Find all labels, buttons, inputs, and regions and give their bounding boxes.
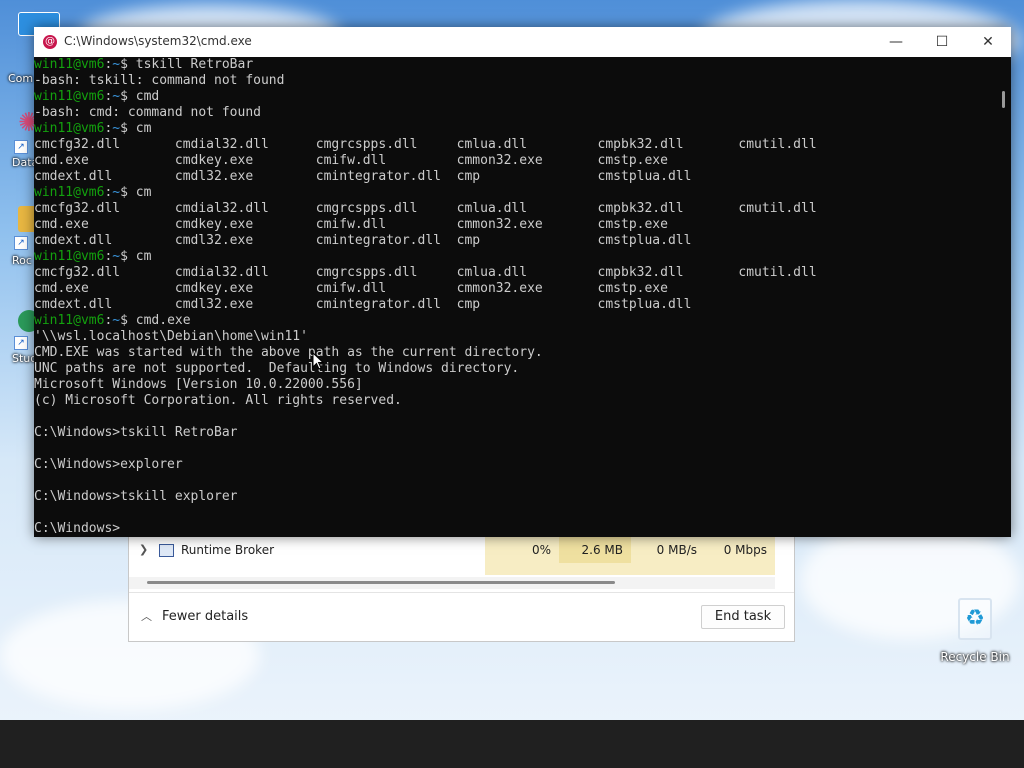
prompt-path: ~ <box>112 185 121 200</box>
console-output-line: UNC paths are not supported. Defaulting … <box>34 361 520 376</box>
debian-icon: @ <box>43 35 57 49</box>
console-output-line: C:\Windows> <box>34 521 121 536</box>
title-bar[interactable]: @ C:\Windows\system32\cmd.exe — ☐ ✕ <box>34 27 1011 57</box>
task-manager-footer: ︿ Fewer details End task <box>129 592 794 641</box>
prompt-command: $ cm <box>120 121 152 136</box>
console-output-line: Microsoft Windows [Version 10.0.22000.55… <box>34 377 363 392</box>
cmd-window[interactable]: @ C:\Windows\system32\cmd.exe — ☐ ✕ win1… <box>34 27 1011 537</box>
end-task-button[interactable]: End task <box>701 605 785 629</box>
console-output-line: C:\Windows>explorer <box>34 457 183 472</box>
prompt-path: ~ <box>112 89 121 104</box>
console-output-line: C:\Windows>tskill explorer <box>34 489 238 504</box>
table-row-partial <box>129 563 794 575</box>
taskbar <box>0 720 1024 768</box>
shortcut-arrow-icon: ↗ <box>14 140 28 154</box>
prompt-user: win11@vm6 <box>34 313 105 328</box>
console-prompt-line: win11@vm6:~$ cmd <box>34 89 994 105</box>
console-prompt-line: win11@vm6:~$ cm <box>34 249 994 265</box>
prompt-user: win11@vm6 <box>34 249 105 264</box>
table-row[interactable]: ❯ Runtime Broker 0% 2.6 MB 0 MB/s 0 Mbps <box>129 537 794 563</box>
console-output-line: cmdext.dll cmdl32.exe cmintegrator.dll c… <box>34 233 692 248</box>
process-name: Runtime Broker <box>181 543 275 557</box>
process-icon <box>159 544 174 557</box>
console-output[interactable]: win11@vm6:~$ tskill RetroBar -bash: tskil… <box>34 57 994 537</box>
shortcut-arrow-icon: ↗ <box>14 236 28 250</box>
prompt-command: $ tskill RetroBar <box>120 57 254 72</box>
console-output-line: cmd.exe cmdkey.exe cmifw.dll cmmon32.exe… <box>34 217 668 232</box>
prompt-path: ~ <box>112 121 121 136</box>
desktop-icon-recycle-bin[interactable]: ♻ Recycle Bin <box>936 598 1014 664</box>
prompt-user: win11@vm6 <box>34 185 105 200</box>
prompt-command: $ cmd <box>120 89 160 104</box>
prompt-command: $ cmd.exe <box>120 313 191 328</box>
prompt-user: win11@vm6 <box>34 121 105 136</box>
console-prompt-line: win11@vm6:~$ tskill RetroBar <box>34 57 994 73</box>
prompt-user: win11@vm6 <box>34 89 105 104</box>
console-output-line: cmdext.dll cmdl32.exe cmintegrator.dll c… <box>34 297 692 312</box>
console-output-line: cmcfg32.dll cmdial32.dll cmgrcspps.dll c… <box>34 201 817 216</box>
prompt-command: $ cm <box>120 249 152 264</box>
maximize-button[interactable]: ☐ <box>919 27 965 57</box>
window-title: C:\Windows\system32\cmd.exe <box>64 34 252 48</box>
recycle-bin-icon: ♻ <box>958 598 992 640</box>
console-output-line: cmdext.dll cmdl32.exe cmintegrator.dll c… <box>34 169 692 184</box>
prompt-path: ~ <box>112 313 121 328</box>
recycle-bin-label: Recycle Bin <box>940 650 1010 664</box>
mouse-cursor-icon <box>312 352 324 370</box>
fewer-details-button[interactable]: ︿ Fewer details <box>141 608 248 624</box>
desktop-icon-label: Roc <box>12 254 32 267</box>
shortcut-arrow-icon: ↗ <box>14 336 28 350</box>
network-cell: 0 Mbps <box>705 537 775 563</box>
minimize-button[interactable]: — <box>873 27 919 57</box>
console-output-line: cmd.exe cmdkey.exe cmifw.dll cmmon32.exe… <box>34 153 668 168</box>
console-output-line: (c) Microsoft Corporation. All rights re… <box>34 393 402 408</box>
chevron-right-icon[interactable]: ❯ <box>139 543 148 556</box>
prompt-user: win11@vm6 <box>34 57 105 72</box>
chevron-up-icon: ︿ <box>141 610 152 623</box>
close-button[interactable]: ✕ <box>965 27 1011 57</box>
vertical-scrollbar-thumb[interactable] <box>1002 91 1005 108</box>
console-output-line: cmd.exe cmdkey.exe cmifw.dll cmmon32.exe… <box>34 281 668 296</box>
console-output-line: -bash: tskill: command not found <box>34 73 285 88</box>
console-output-line: cmcfg32.dll cmdial32.dll cmgrcspps.dll c… <box>34 265 817 280</box>
scrollbar-thumb[interactable] <box>147 581 615 584</box>
console-output-line: -bash: cmd: command not found <box>34 105 261 120</box>
desktop-icon-label: Com <box>8 72 34 85</box>
horizontal-scrollbar[interactable] <box>129 577 775 589</box>
task-manager-window: ❯ Runtime Broker 0% 2.6 MB 0 MB/s 0 Mbps… <box>128 536 795 642</box>
console-output-line: CMD.EXE was started with the above path … <box>34 345 543 360</box>
desktop-icon-computer[interactable]: Com <box>4 12 60 85</box>
console-output-line: '\\wsl.localhost\Debian\home\win11' <box>34 329 308 344</box>
disk-cell: 0 MB/s <box>631 537 705 563</box>
memory-cell: 2.6 MB <box>559 537 631 563</box>
prompt-command: $ cm <box>120 185 152 200</box>
fewer-details-label: Fewer details <box>162 609 249 624</box>
console-prompt-line: win11@vm6:~$ cm <box>34 121 994 137</box>
console-prompt-line: win11@vm6:~$ cmd.exe <box>34 313 994 329</box>
console-output-line: C:\Windows>tskill RetroBar <box>34 425 238 440</box>
prompt-path: ~ <box>112 57 121 72</box>
console-prompt-line: win11@vm6:~$ cm <box>34 185 994 201</box>
prompt-path: ~ <box>112 249 121 264</box>
console-output-line: cmcfg32.dll cmdial32.dll cmgrcspps.dll c… <box>34 137 817 152</box>
cpu-cell: 0% <box>485 537 559 563</box>
